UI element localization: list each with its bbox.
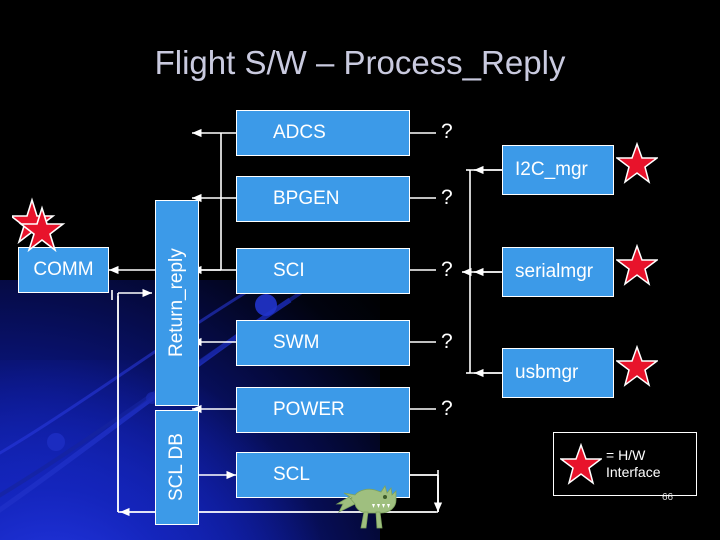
box-adcs-label: ADCS	[273, 122, 326, 143]
hw-interface-star-i2c-mgr	[616, 142, 658, 184]
box-sci-label: SCI	[273, 260, 305, 281]
box-scl-label: SCL	[273, 464, 310, 485]
box-serialmgr-label: serialmgr	[515, 261, 594, 282]
legend-text-block: = H/W Interface	[602, 447, 660, 481]
box-scl-db-label: SCL DB	[166, 433, 187, 502]
slide-canvas: Flight S/W – Process_Reply COMM Return_r…	[0, 0, 720, 540]
box-i2c-mgr[interactable]: I2C_mgr	[502, 145, 614, 195]
dinosaur-decoration	[335, 485, 397, 529]
box-serialmgr[interactable]: serialmgr	[502, 247, 614, 297]
box-power-label: POWER	[273, 399, 345, 420]
box-return-reply[interactable]: Return_reply	[155, 200, 199, 406]
box-return-reply-label: Return_reply	[166, 248, 187, 358]
hw-interface-star-comm	[12, 197, 66, 252]
legend-hw-interface: = H/W Interface	[553, 432, 697, 496]
legend-line-2: Interface	[606, 464, 661, 480]
box-sci[interactable]: SCI	[236, 248, 410, 294]
box-swm[interactable]: SWM	[236, 320, 410, 366]
page-number: 66	[662, 492, 674, 503]
hw-interface-star-serialmgr	[616, 244, 658, 286]
query-marker-adcs: ?	[441, 120, 453, 143]
box-swm-label: SWM	[273, 332, 320, 353]
query-marker-sci: ?	[441, 258, 453, 281]
box-power[interactable]: POWER	[236, 387, 410, 433]
box-i2c-mgr-label: I2C_mgr	[515, 159, 588, 180]
box-adcs[interactable]: ADCS	[236, 110, 410, 156]
legend-line-1: = H/W	[606, 447, 646, 463]
query-marker-power: ?	[441, 397, 453, 420]
box-comm-label: COMM	[33, 259, 94, 280]
box-usbmgr-label: usbmgr	[515, 362, 579, 383]
hw-interface-star-usbmgr	[616, 345, 658, 387]
box-usbmgr[interactable]: usbmgr	[502, 348, 614, 398]
box-bpgen-label: BPGEN	[273, 188, 340, 209]
box-bpgen[interactable]: BPGEN	[236, 176, 410, 222]
legend-star-icon	[560, 443, 602, 485]
box-scl-db[interactable]: SCL DB	[155, 410, 199, 525]
query-marker-bpgen: ?	[441, 186, 453, 209]
query-marker-swm: ?	[441, 330, 453, 353]
box-comm[interactable]: COMM	[18, 247, 109, 293]
